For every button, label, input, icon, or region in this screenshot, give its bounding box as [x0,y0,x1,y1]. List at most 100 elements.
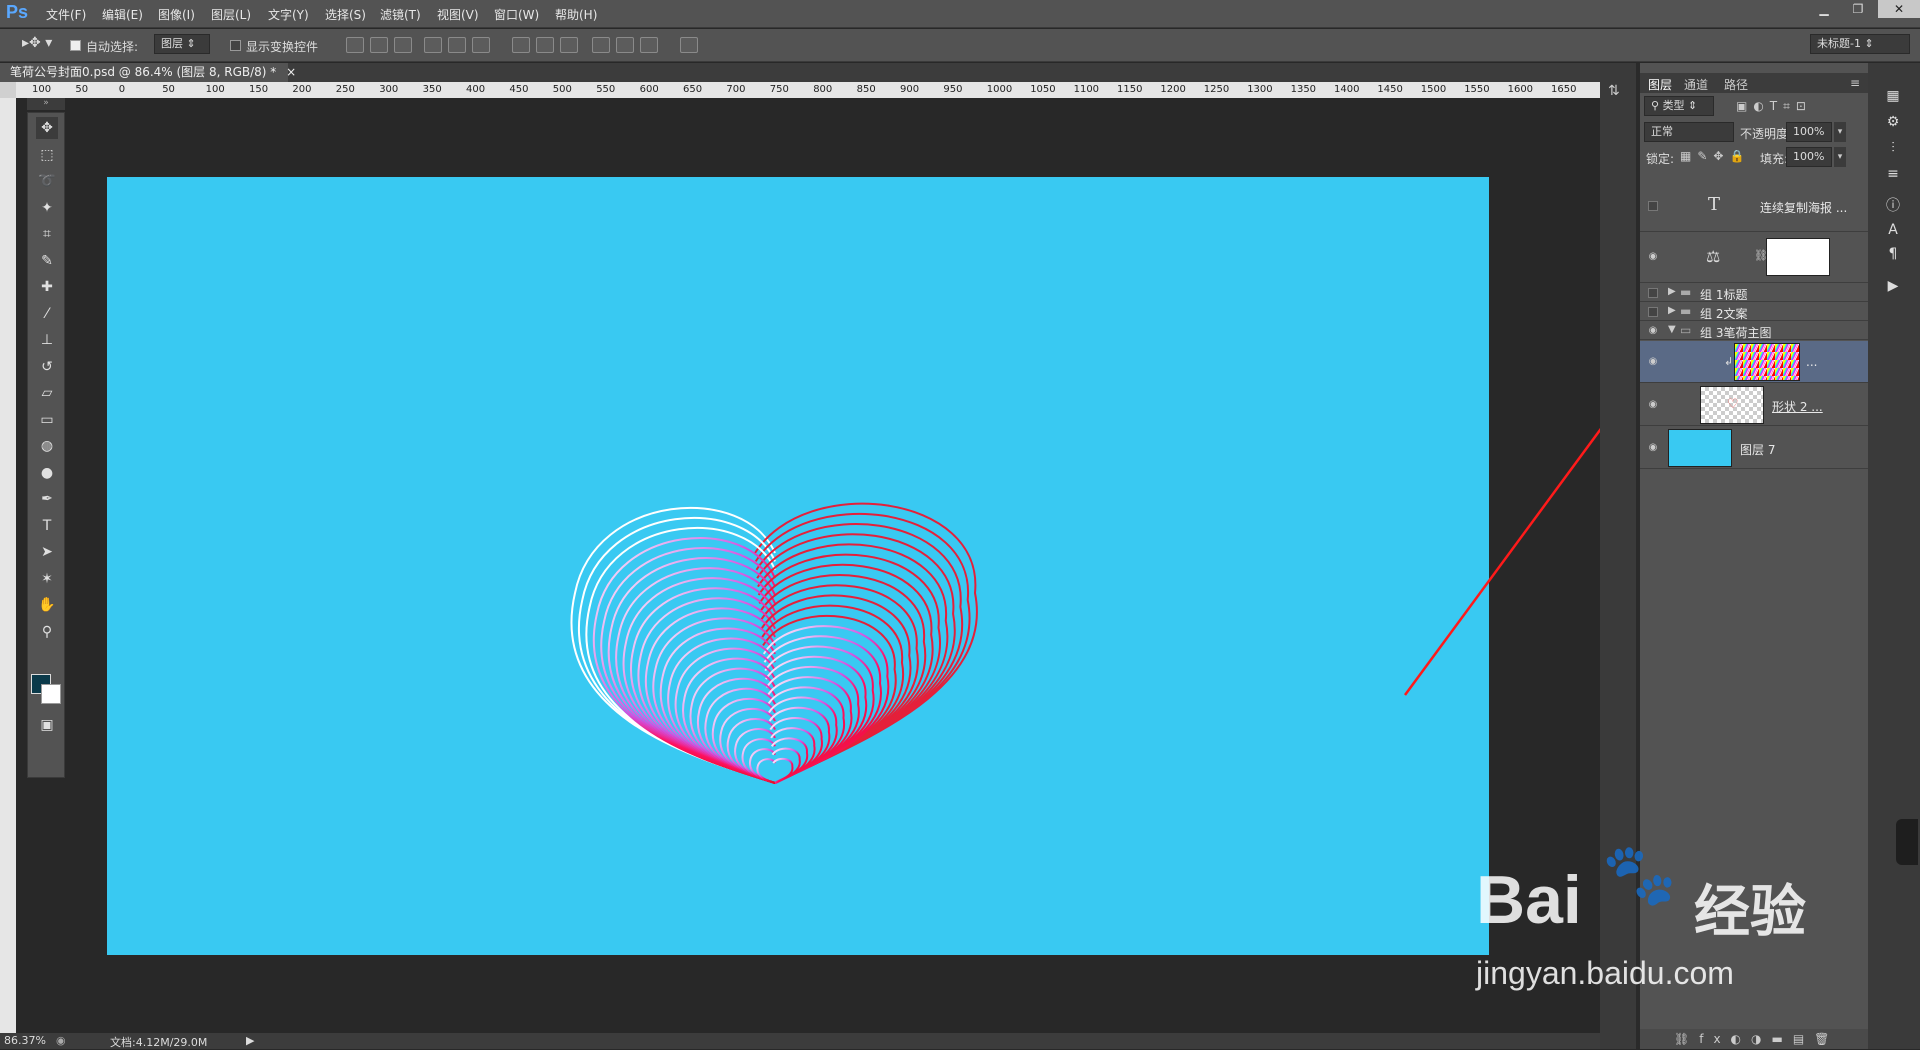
layer-row[interactable]: ▶ ▬ 组 2文案 [1640,303,1868,321]
distribute-left-icon[interactable] [592,37,610,53]
marquee-tool-icon[interactable]: ⬚ [36,144,58,166]
distribute-right-icon[interactable] [640,37,658,53]
menu-item[interactable]: 视图(V) [437,6,479,23]
align-vcenter-icon[interactable] [370,37,388,53]
menu-item[interactable]: 文字(Y) [268,6,309,23]
restore-button[interactable]: ❐ [1844,0,1872,18]
layer-row[interactable]: ◉ ♡ 形状 2 ... [1640,384,1868,426]
layer-row[interactable]: T 连续复制海报 ... [1640,180,1868,232]
workspace-dropdown[interactable]: 未标题-1 ⇕ [1810,34,1910,54]
close-button[interactable]: ✕ [1878,0,1920,18]
align-bottom-icon[interactable] [394,37,412,53]
opacity-slider-icon[interactable]: ▾ [1834,122,1846,142]
history-brush-tool-icon[interactable]: ↺ [36,356,58,378]
move-options-icon[interactable]: ▸✥ ▾ [22,35,52,51]
move-tool-icon[interactable]: ✥ [36,117,58,139]
shape-thumbnail[interactable]: ♡ [1700,386,1764,424]
filter-icons[interactable]: ▣◐T⌗⊡ [1736,99,1812,114]
distribute-hcenter-icon[interactable] [616,37,634,53]
history-icon[interactable]: ⇅ [1608,83,1620,99]
background-color-swatch[interactable] [41,684,61,704]
menu-item[interactable]: 编辑(E) [102,6,143,23]
zoom-tool-icon[interactable]: ⚲ [36,621,58,643]
eyedropper-tool-icon[interactable]: ✎ [36,250,58,272]
expand-arrow-icon[interactable]: ▶ [1668,305,1676,316]
eye-icon[interactable]: ◉ [1646,252,1660,262]
character-icon[interactable]: A [1882,219,1904,241]
align-hcenter-icon[interactable] [448,37,466,53]
layer-row[interactable]: ◉ 图层 7 [1640,427,1868,469]
magic-wand-tool-icon[interactable]: ✦ [36,197,58,219]
dodge-tool-icon[interactable]: ● [36,462,58,484]
align-top-icon[interactable] [346,37,364,53]
tab-layers[interactable]: 图层 [1648,76,1672,93]
auto-align-icon[interactable] [680,37,698,53]
panel-menu-icon[interactable]: ≡ [1850,76,1860,90]
menu-item[interactable]: 帮助(H) [555,6,597,23]
info-icon[interactable]: ⓘ [1882,195,1904,217]
actions-play-icon[interactable]: ▶ [1882,275,1904,297]
gradient-tool-icon[interactable]: ▭ [36,409,58,431]
opacity-input[interactable]: 100% [1786,122,1832,142]
fill-slider-icon[interactable]: ▾ [1834,147,1846,167]
paragraph-icon[interactable]: ¶ [1882,243,1904,265]
toolbar-collapse[interactable]: » [27,98,65,110]
color-panel-icon[interactable]: ▦ [1882,85,1904,107]
healing-tool-icon[interactable]: ✚ [36,276,58,298]
type-tool-icon[interactable]: T [36,515,58,537]
layers-footer-icons[interactable]: ⛓fx◐◑▬▤🗑 [1640,1029,1868,1049]
brush-tool-icon[interactable]: ⁄ [36,303,58,325]
show-transform-checkbox[interactable] [230,40,241,51]
expand-arrow-icon[interactable]: ▶ [1668,286,1676,297]
minimize-button[interactable]: ▁ [1810,0,1838,18]
eye-icon[interactable]: ◉ [1646,400,1660,410]
align-right-icon[interactable] [472,37,490,53]
fill-input[interactable]: 100% [1786,147,1832,167]
align-left-icon[interactable] [424,37,442,53]
blend-mode-dropdown[interactable]: 正常 [1644,122,1734,142]
shape-tool-icon[interactable]: ✶ [36,568,58,590]
crop-tool-icon[interactable]: ⌗ [36,223,58,245]
visibility-toggle[interactable] [1648,307,1658,317]
layer-filter-dropdown[interactable]: ⚲ 类型 ⇕ [1644,96,1714,116]
menu-item[interactable]: 图像(I) [158,6,195,23]
layer-thumbnail[interactable] [1734,343,1800,381]
eye-icon[interactable]: ◉ [1646,357,1660,367]
zoom-level[interactable]: 86.37% [4,1034,46,1047]
visibility-toggle[interactable] [1648,201,1658,211]
tab-paths[interactable]: 路径 [1724,76,1748,93]
distribute-vcenter-icon[interactable] [536,37,554,53]
screen-mode-tool-icon[interactable]: ▣ [36,714,58,736]
hand-tool-icon[interactable]: ✋ [36,594,58,616]
status-info-icon[interactable]: ◉ [56,1034,66,1047]
layer-row[interactable]: ▶ ▬ 组 1标题 [1640,284,1868,302]
layer-row[interactable]: ◉ ⚖ ⛓ [1640,233,1868,283]
eye-icon[interactable]: ◉ [1646,326,1660,336]
menu-item[interactable]: 文件(F) [46,6,86,23]
close-tab-icon[interactable]: × [286,65,296,79]
eraser-tool-icon[interactable]: ▱ [36,382,58,404]
vertical-ruler[interactable] [0,98,16,1033]
stamp-tool-icon[interactable]: ⊥ [36,329,58,351]
menu-item[interactable]: 窗口(W) [494,6,539,23]
layer-row[interactable]: ◉ ▼ ▭ 组 3笔荷主图 [1640,322,1868,340]
distribute-bottom-icon[interactable] [560,37,578,53]
auto-select-dropdown[interactable]: 图层 ⇕ [154,34,210,54]
properties-icon[interactable]: ≡ [1882,163,1904,185]
lock-icons[interactable]: ▦✎✥🔒 [1680,149,1750,163]
brush-presets-icon[interactable]: ⫶ [1882,137,1904,159]
blur-tool-icon[interactable]: ◍ [36,435,58,457]
adjustments-icon[interactable]: ⚙ [1882,111,1904,133]
eye-icon[interactable]: ◉ [1646,443,1660,453]
collapse-arrow-icon[interactable]: ▼ [1668,324,1676,335]
layer-row-selected[interactable]: ◉ ↲ ... [1640,341,1868,383]
menu-item[interactable]: 选择(S) [325,6,366,23]
status-menu-icon[interactable]: ▶ [246,1034,254,1047]
pen-tool-icon[interactable]: ✒ [36,488,58,510]
document-canvas[interactable] [107,177,1489,955]
menu-item[interactable]: 图层(L) [211,6,251,23]
visibility-toggle[interactable] [1648,288,1658,298]
tab-channels[interactable]: 通道 [1684,76,1708,93]
auto-select-checkbox[interactable] [70,40,81,51]
horizontal-ruler[interactable]: 100 50 0 50 100 150 200 250 300 350 400 450 500 550 60… [16,82,1600,98]
